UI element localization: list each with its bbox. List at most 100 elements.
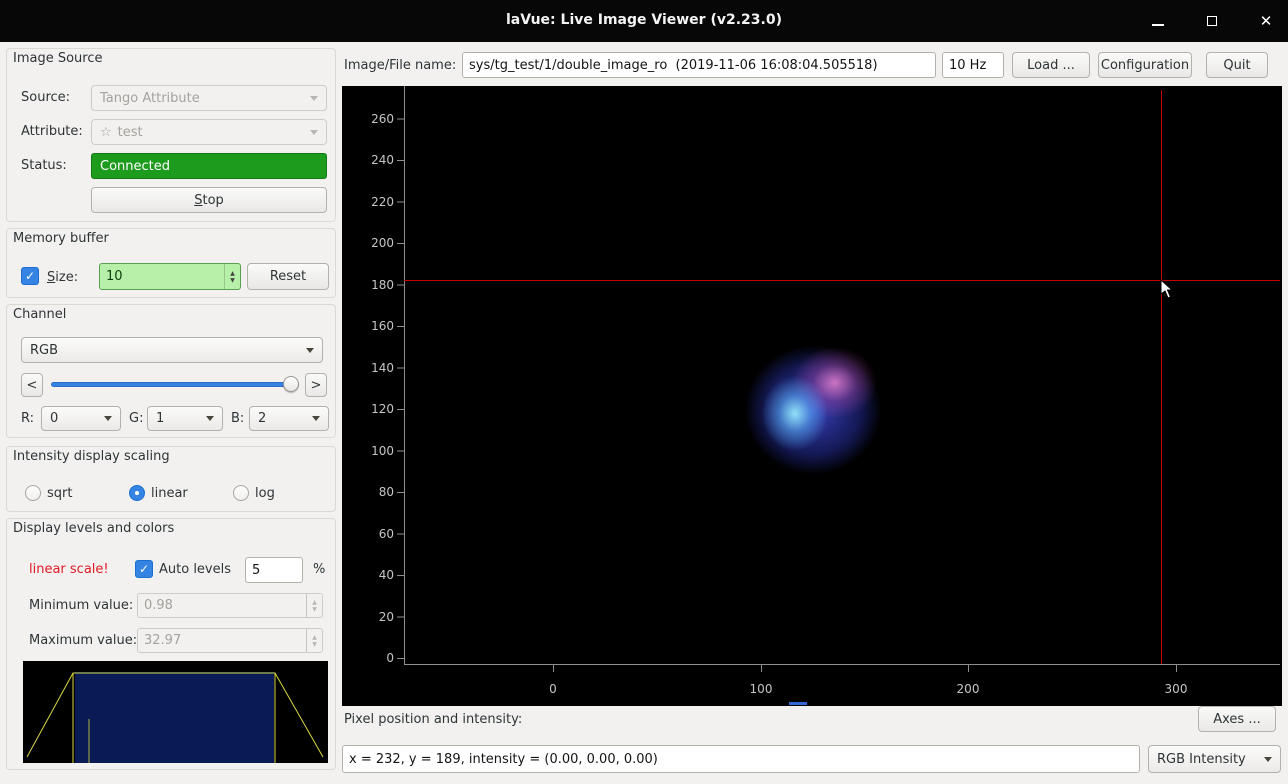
close-button[interactable]: ✕ bbox=[1254, 9, 1278, 33]
spinner-arrows-icon: ▲ ▼ bbox=[306, 629, 322, 652]
channel-prev-button[interactable]: < bbox=[21, 373, 43, 397]
minimum-label: Minimum value: bbox=[29, 598, 133, 614]
x-axis-tick-label: 200 bbox=[948, 682, 988, 696]
intensity-mode-combo[interactable]: RGB Intensity bbox=[1148, 745, 1281, 773]
channel-combo[interactable]: RGB bbox=[21, 337, 323, 363]
chevron-down-icon bbox=[310, 130, 318, 135]
slider-track[interactable] bbox=[51, 382, 299, 387]
attribute-combo-value: test bbox=[118, 125, 143, 140]
y-axis-tick-label: 40 bbox=[344, 566, 394, 584]
slider-handle[interactable] bbox=[283, 376, 299, 392]
configuration-button[interactable]: Configuration bbox=[1098, 52, 1192, 78]
crosshair-horizontal-line bbox=[404, 280, 1280, 281]
chevron-down-icon bbox=[1264, 757, 1272, 762]
spin-up-icon[interactable]: ▲ bbox=[230, 270, 235, 277]
stop-button-label: Stop bbox=[194, 193, 224, 208]
star-icon: ☆ bbox=[100, 125, 112, 140]
channel-group: Channel RGB < > R: 0 G: 1 bbox=[6, 304, 336, 438]
axes-button[interactable]: Axes ... bbox=[1198, 706, 1276, 732]
y-axis-tick-label: 160 bbox=[344, 317, 394, 335]
blue-tick-indicator bbox=[789, 702, 807, 705]
r-label: R: bbox=[21, 411, 34, 427]
image-plot-canvas[interactable]: 260 240 220 200 180 160 140 120 100 80 6… bbox=[342, 86, 1282, 706]
status-value-field: Connected bbox=[91, 153, 327, 179]
channel-slider[interactable] bbox=[51, 373, 299, 397]
buffer-size-spinbox[interactable]: ▲ ▼ bbox=[99, 263, 241, 290]
source-combo[interactable]: Tango Attribute bbox=[91, 85, 327, 111]
load-button[interactable]: Load ... bbox=[1012, 52, 1090, 78]
radio-log[interactable] bbox=[233, 485, 249, 501]
g-channel-combo[interactable]: 1 bbox=[147, 406, 223, 431]
maximum-input[interactable] bbox=[138, 629, 306, 652]
y-axis-tick-label: 200 bbox=[344, 234, 394, 252]
minimum-input[interactable] bbox=[138, 594, 306, 617]
app-window: laVue: Live Image Viewer (v2.23.0) ✕ Ima… bbox=[0, 0, 1288, 784]
r-channel-combo[interactable]: 0 bbox=[41, 406, 121, 431]
b-channel-combo[interactable]: 2 bbox=[249, 406, 329, 431]
radio-linear-label: linear bbox=[151, 486, 188, 502]
radio-sqrt[interactable] bbox=[25, 485, 41, 501]
maximize-button[interactable] bbox=[1200, 9, 1224, 33]
reset-button-label: Reset bbox=[270, 269, 306, 284]
chevron-down-icon bbox=[206, 416, 214, 421]
pixel-intensity-input[interactable] bbox=[342, 745, 1140, 773]
x-axis-tick-label: 0 bbox=[533, 682, 573, 696]
check-icon: ✓ bbox=[139, 562, 149, 576]
status-label: Status: bbox=[21, 158, 67, 174]
buffer-size-input[interactable] bbox=[100, 264, 224, 289]
maximize-icon bbox=[1207, 16, 1217, 26]
quit-button-label: Quit bbox=[1223, 58, 1250, 73]
histogram-canvas[interactable] bbox=[23, 661, 328, 763]
stop-button[interactable]: Stop bbox=[91, 187, 327, 213]
spinner-arrows-icon[interactable]: ▲ ▼ bbox=[224, 264, 240, 289]
y-axis-tick-label: 0 bbox=[344, 649, 394, 667]
quit-button[interactable]: Quit bbox=[1206, 52, 1268, 78]
histogram-graphic bbox=[23, 661, 328, 763]
memory-buffer-checkbox[interactable]: ✓ bbox=[21, 267, 39, 285]
memory-buffer-group: Memory buffer ✓ Size: ▲ ▼ Reset bbox=[6, 228, 336, 298]
radio-log-label: log bbox=[255, 486, 275, 502]
channel-next-button[interactable]: > bbox=[305, 373, 327, 397]
source-label: Source: bbox=[21, 90, 70, 106]
y-axis-tick-label: 120 bbox=[344, 400, 394, 418]
x-axis-tick-label: 300 bbox=[1156, 682, 1196, 696]
scaling-group: Intensity display scaling sqrt linear lo… bbox=[6, 446, 336, 512]
y-axis-tick-label: 140 bbox=[344, 359, 394, 377]
maximum-spinbox[interactable]: ▲ ▼ bbox=[137, 628, 323, 653]
status-value: Connected bbox=[100, 159, 170, 174]
axes-button-label: Axes ... bbox=[1213, 712, 1261, 727]
y-axis-tick-label: 80 bbox=[344, 483, 394, 501]
chevron-down-icon bbox=[312, 416, 320, 421]
image-file-input[interactable] bbox=[462, 52, 936, 78]
y-axis-tick-label: 220 bbox=[344, 193, 394, 211]
channel-next-label: > bbox=[311, 378, 322, 393]
levels-title: Display levels and colors bbox=[13, 521, 174, 537]
reset-button[interactable]: Reset bbox=[247, 263, 329, 290]
g-channel-value: 1 bbox=[156, 411, 164, 426]
r-channel-value: 0 bbox=[50, 411, 58, 426]
x-axis-tick-label: 100 bbox=[741, 682, 781, 696]
radio-linear[interactable] bbox=[129, 485, 145, 501]
minimum-spinbox[interactable]: ▲ ▼ bbox=[137, 593, 323, 618]
load-button-label: Load ... bbox=[1027, 58, 1075, 73]
b-label: B: bbox=[231, 411, 244, 427]
spin-up-icon: ▲ bbox=[312, 599, 317, 606]
maximum-label: Maximum value: bbox=[29, 633, 137, 649]
size-label: Size: bbox=[47, 270, 78, 286]
auto-levels-checkbox[interactable]: ✓ bbox=[135, 560, 153, 578]
y-axis-tick-label: 100 bbox=[344, 442, 394, 460]
auto-levels-input[interactable] bbox=[245, 557, 303, 583]
scaling-title: Intensity display scaling bbox=[13, 449, 170, 465]
attribute-combo[interactable]: ☆ test bbox=[91, 119, 327, 145]
source-combo-value: Tango Attribute bbox=[100, 91, 200, 106]
image-source-group: Image Source Source: Tango Attribute Att… bbox=[6, 48, 336, 222]
chevron-down-icon bbox=[104, 416, 112, 421]
minimize-button[interactable] bbox=[1146, 9, 1170, 33]
window-controls: ✕ bbox=[1146, 0, 1278, 42]
spin-down-icon[interactable]: ▼ bbox=[230, 277, 235, 284]
auto-levels-label: Auto levels bbox=[159, 562, 231, 578]
refresh-rate-input[interactable] bbox=[942, 52, 1004, 78]
y-axis-tick-label: 260 bbox=[344, 110, 394, 128]
image-file-label: Image/File name: bbox=[344, 58, 456, 74]
y-axis-tick-label: 60 bbox=[344, 525, 394, 543]
